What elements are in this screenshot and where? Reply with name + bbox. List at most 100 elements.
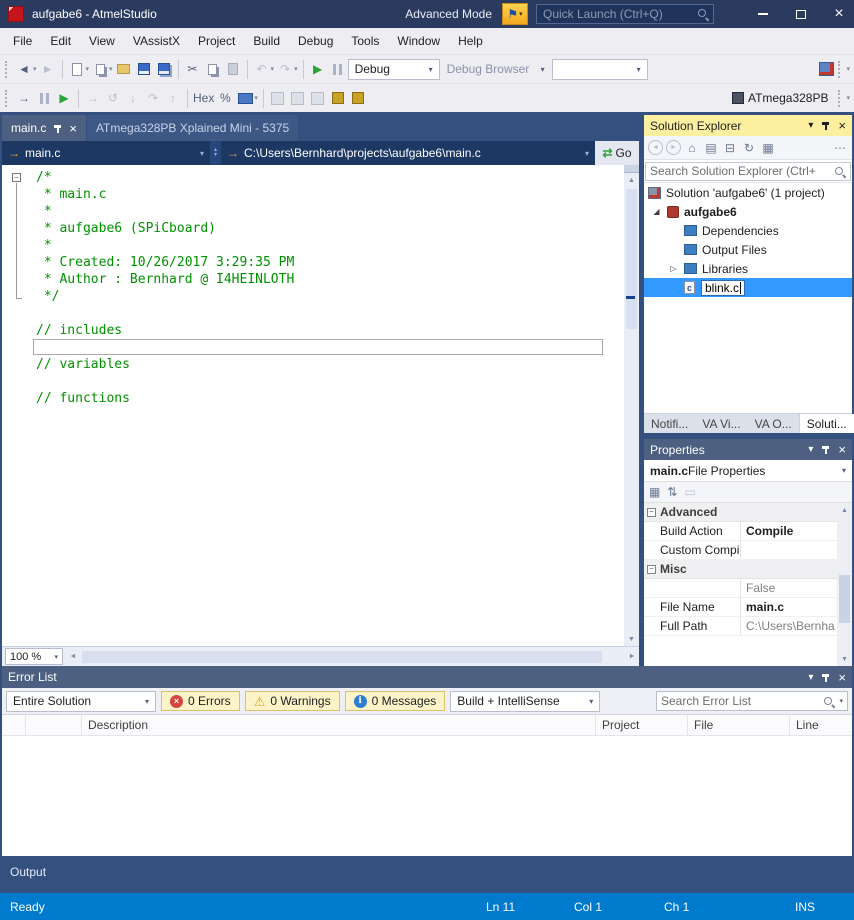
- vassistx-flag-button[interactable]: [502, 3, 528, 25]
- solution-search-input[interactable]: [650, 164, 829, 178]
- status-line[interactable]: Ln 11: [486, 900, 515, 914]
- redo-dropdown[interactable]: [294, 65, 298, 73]
- status-insert-mode[interactable]: INS: [795, 900, 815, 914]
- properties-header[interactable]: Properties: [644, 439, 852, 460]
- sync-icon[interactable]: [741, 140, 757, 156]
- tree-row-project[interactable]: aufgabe6: [644, 202, 852, 221]
- percent-button[interactable]: [216, 88, 234, 108]
- properties-icon[interactable]: [760, 140, 776, 156]
- category-row[interactable]: Advanced: [644, 503, 837, 522]
- menu-project[interactable]: Project: [189, 30, 244, 52]
- navigate-back-button[interactable]: [15, 59, 33, 79]
- collapse-icon[interactable]: [647, 565, 656, 574]
- window-position-icon[interactable]: [808, 672, 813, 683]
- restart-button[interactable]: [104, 88, 122, 108]
- se-back-button[interactable]: [648, 140, 663, 155]
- scroll-down-icon[interactable]: [837, 652, 852, 666]
- menu-debug[interactable]: Debug: [289, 30, 342, 52]
- device-label[interactable]: ATmega328PB: [748, 91, 829, 105]
- tree-row-blink-c[interactable]: blink.c: [644, 278, 852, 297]
- error-list-body[interactable]: [2, 736, 852, 856]
- source-filter-combo[interactable]: Build + IntelliSense: [450, 691, 600, 712]
- code-editor[interactable]: /* * main.c * * aufgabe6 (SPiCboard) * *…: [2, 165, 639, 646]
- column-project[interactable]: Project: [596, 715, 688, 735]
- property-value[interactable]: False: [741, 579, 837, 597]
- save-all-button[interactable]: [155, 59, 173, 79]
- debug-browser-combo[interactable]: Debug Browser: [440, 59, 552, 80]
- column-code[interactable]: [26, 715, 82, 735]
- zoom-combo[interactable]: 100 %: [5, 648, 63, 665]
- errors-filter-button[interactable]: 0 Errors: [161, 691, 240, 711]
- window-position-icon[interactable]: [808, 120, 813, 131]
- cut-button[interactable]: [184, 59, 202, 79]
- step-over-button[interactable]: [144, 88, 162, 108]
- toolbar-empty-combo[interactable]: [552, 59, 648, 80]
- watch-window-button[interactable]: [309, 88, 327, 108]
- new-breakpoint-button[interactable]: [269, 88, 287, 108]
- rename-edit-box[interactable]: blink.c: [701, 280, 745, 296]
- status-column[interactable]: Col 1: [574, 900, 602, 914]
- column-severity[interactable]: [2, 715, 26, 735]
- toolbar-grip[interactable]: [5, 61, 10, 78]
- solution-explorer-header[interactable]: Solution Explorer: [644, 115, 852, 136]
- tree-row-output-files[interactable]: Output Files: [644, 240, 852, 259]
- property-row[interactable]: Custom Compil: [644, 541, 837, 560]
- menu-file[interactable]: File: [4, 30, 41, 52]
- properties-scrollbar[interactable]: [837, 503, 852, 666]
- property-pages-icon[interactable]: [684, 485, 695, 499]
- minimize-button[interactable]: [748, 2, 778, 26]
- property-row[interactable]: Full Path C:\Users\Bernha: [644, 617, 837, 636]
- device-programming-button[interactable]: [817, 59, 835, 79]
- navigate-forward-button[interactable]: [39, 59, 57, 79]
- fold-collapse-icon[interactable]: [12, 173, 21, 182]
- close-icon[interactable]: [838, 442, 846, 457]
- quick-launch-input[interactable]: [536, 4, 714, 24]
- go-button[interactable]: Go: [595, 141, 639, 165]
- redo-button[interactable]: [276, 59, 294, 79]
- property-row[interactable]: Build Action Compile: [644, 522, 837, 541]
- vertical-scrollbar[interactable]: [624, 165, 639, 646]
- property-value[interactable]: main.c: [741, 598, 837, 616]
- menu-vassistx[interactable]: VAssistX: [124, 30, 189, 52]
- pin-icon[interactable]: [821, 672, 830, 683]
- property-value[interactable]: [741, 541, 837, 559]
- collapse-icon[interactable]: [647, 508, 656, 517]
- new-file-dropdown[interactable]: [86, 65, 90, 73]
- toolbar-grip[interactable]: [838, 90, 843, 107]
- io-view-button[interactable]: [349, 88, 367, 108]
- menu-edit[interactable]: Edit: [41, 30, 80, 52]
- expanded-arrow-icon[interactable]: [651, 207, 662, 216]
- scroll-up-icon[interactable]: [837, 503, 852, 517]
- tree-row-solution[interactable]: Solution 'aufgabe6' (1 project): [644, 183, 852, 202]
- close-icon[interactable]: [838, 670, 846, 685]
- toolbar-overflow-button[interactable]: [846, 65, 850, 73]
- open-file-button[interactable]: [115, 59, 133, 79]
- hex-toggle-button[interactable]: Hex: [193, 88, 214, 108]
- break-all-button[interactable]: [35, 88, 53, 108]
- nav-splitter[interactable]: [210, 141, 221, 165]
- close-button[interactable]: [824, 2, 854, 26]
- toolbar-grip[interactable]: [838, 61, 843, 78]
- file-path-combo[interactable]: C:\Users\Bernhard\projects\aufgabe6\main…: [221, 141, 595, 165]
- status-char[interactable]: Ch 1: [664, 900, 689, 914]
- tree-row-libraries[interactable]: Libraries: [644, 259, 852, 278]
- undo-button[interactable]: [253, 59, 271, 79]
- editor-split-handle[interactable]: [624, 165, 639, 173]
- window-position-icon[interactable]: [808, 444, 813, 455]
- categorized-icon[interactable]: [649, 485, 660, 499]
- add-item-button[interactable]: [91, 59, 109, 79]
- category-row[interactable]: Misc: [644, 560, 837, 579]
- messages-filter-button[interactable]: 0 Messages: [345, 691, 446, 711]
- tab-solution-explorer[interactable]: Soluti...: [799, 414, 854, 433]
- toolbar-overflow-button[interactable]: [846, 94, 850, 102]
- new-file-button[interactable]: [68, 59, 86, 79]
- column-file[interactable]: File: [688, 715, 790, 735]
- collapsed-arrow-icon[interactable]: [668, 264, 679, 273]
- add-item-dropdown[interactable]: [109, 65, 113, 73]
- menu-window[interactable]: Window: [388, 30, 449, 52]
- scrollbar-thumb[interactable]: [82, 651, 602, 663]
- menu-tools[interactable]: Tools: [342, 30, 388, 52]
- scroll-down-icon[interactable]: [624, 632, 639, 646]
- tab-notifications[interactable]: Notifi...: [644, 414, 695, 433]
- scroll-up-icon[interactable]: [624, 173, 639, 187]
